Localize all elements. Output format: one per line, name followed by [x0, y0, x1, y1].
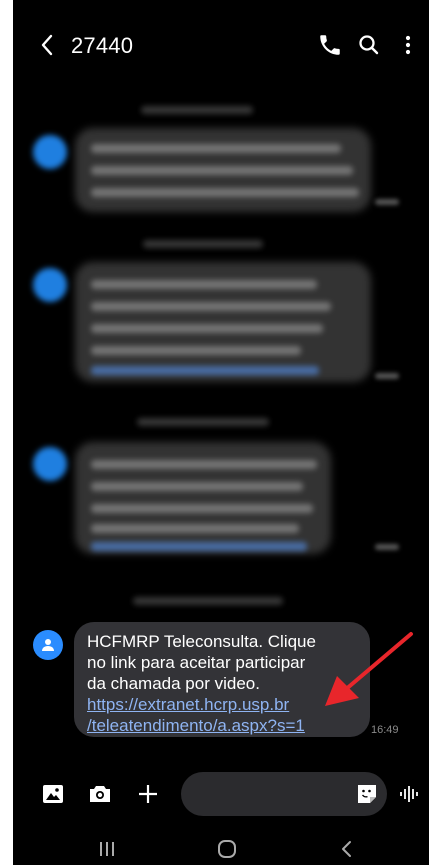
date-separator: [137, 418, 269, 426]
more-options-icon[interactable]: [395, 32, 421, 58]
message-link[interactable]: /teleatendimento/a.aspx?s=1: [87, 715, 377, 736]
message-time: [375, 199, 399, 205]
redacted-text: [91, 166, 353, 175]
voice-icon[interactable]: [397, 782, 423, 806]
phone-icon[interactable]: [317, 32, 343, 58]
date-separator: [143, 240, 263, 248]
redacted-text: [91, 188, 359, 197]
redacted-text: [91, 482, 303, 491]
camera-icon[interactable]: [87, 782, 113, 806]
redacted-link: [91, 542, 307, 551]
message-time: [375, 544, 399, 550]
redacted-text: [91, 460, 317, 469]
sender-avatar[interactable]: [33, 630, 63, 660]
avatar: [33, 268, 67, 302]
conversation-header: 27440: [13, 22, 429, 68]
back-icon[interactable]: [335, 838, 359, 860]
search-icon[interactable]: [356, 32, 382, 58]
system-nav-bar: [13, 834, 429, 865]
message-bubble: [75, 442, 331, 554]
gallery-icon[interactable]: [41, 782, 67, 806]
date-separator: [141, 106, 253, 114]
person-icon: [42, 639, 54, 651]
redacted-link: [91, 366, 319, 375]
conversation-title: 27440: [71, 33, 134, 58]
message-time: [375, 373, 399, 379]
redacted-text: [91, 280, 317, 289]
avatar: [33, 135, 67, 169]
redacted-text: [91, 524, 299, 533]
message-input[interactable]: [181, 772, 387, 816]
avatar: [33, 447, 67, 481]
redacted-text: [91, 324, 323, 333]
redacted-text: [91, 346, 301, 355]
message-time: 16:49: [371, 724, 399, 736]
back-arrow-icon[interactable]: [35, 30, 61, 60]
home-icon[interactable]: [215, 838, 239, 860]
redacted-text: [91, 302, 331, 311]
recent-apps-icon[interactable]: [95, 838, 119, 860]
redacted-text: [91, 144, 341, 153]
sticker-icon[interactable]: [355, 782, 379, 806]
redacted-text: [91, 504, 313, 513]
annotation-arrow-icon: [325, 632, 413, 706]
plus-icon[interactable]: [135, 782, 161, 806]
date-separator: [133, 597, 283, 605]
messages-screen: 27440 HCFMRP Teleconsulta. Clique no lin…: [13, 0, 429, 865]
composer-bar: [13, 772, 429, 816]
